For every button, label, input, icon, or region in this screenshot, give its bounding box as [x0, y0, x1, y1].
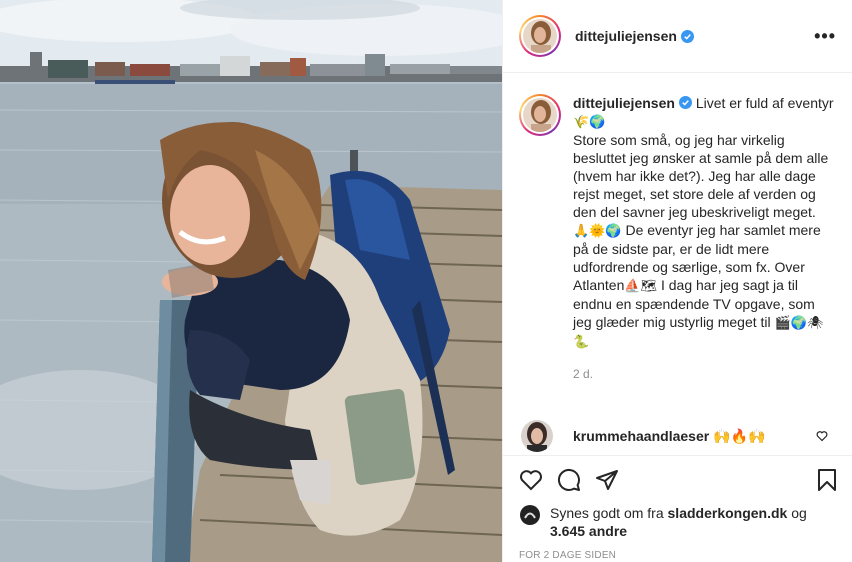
post-date[interactable]: FOR 2 DAGE SIDEN: [519, 550, 852, 561]
caption-text: Store som små, og jeg har virkelig beslu…: [573, 132, 829, 220]
post-actions: Synes godt om fra sladderkongen.dk og 3.…: [503, 455, 852, 562]
commenter-avatar[interactable]: [521, 420, 553, 452]
post-details-panel: dittejuliejensen ••• dittejuliejensen Li…: [502, 0, 852, 562]
avatar-image: [521, 420, 553, 452]
likes-count[interactable]: 3.645 andre: [550, 523, 627, 539]
post-time[interactable]: 2 d.: [573, 365, 835, 383]
caption-text: Livet er fuld af eventyr: [695, 95, 834, 111]
post-header: dittejuliejensen •••: [503, 0, 852, 73]
avatar-image: [519, 504, 541, 526]
likes-joiner: og: [791, 505, 807, 521]
comment-icon[interactable]: [557, 468, 581, 492]
verified-badge-icon: [678, 96, 692, 109]
comment-text: 🙌🔥🙌: [713, 427, 766, 444]
caption-emoji: ⛵🗺: [624, 278, 658, 293]
caption-username[interactable]: dittejuliejensen: [573, 95, 675, 111]
share-icon[interactable]: [595, 468, 619, 492]
post-photo[interactable]: [0, 0, 502, 562]
liker-username[interactable]: sladderkongen.dk: [668, 505, 788, 521]
username-link[interactable]: dittejuliejensen: [575, 28, 677, 44]
liker-avatar[interactable]: [519, 504, 541, 526]
caption: dittejuliejensen Livet er fuld af eventy…: [519, 94, 838, 383]
avatar-image: [523, 98, 557, 132]
caption-emoji: 🌾🌍: [573, 114, 606, 129]
caption-avatar[interactable]: [519, 94, 561, 136]
more-options-icon[interactable]: •••: [814, 26, 836, 47]
photo-scene: [0, 0, 502, 562]
caption-emoji: 🙏🌞🌍: [573, 223, 622, 238]
likes-summary: Synes godt om fra sladderkongen.dk og 3.…: [519, 504, 837, 540]
heart-icon[interactable]: [519, 468, 543, 492]
comment-like-icon[interactable]: [816, 430, 828, 442]
bookmark-icon[interactable]: [815, 468, 839, 492]
verified-badge-icon: [680, 29, 694, 43]
avatar-image: [523, 19, 557, 53]
profile-avatar[interactable]: [519, 15, 561, 57]
comment-row: krummehaandlaeser 🙌🔥🙌: [521, 420, 828, 452]
commenter-username[interactable]: krummehaandlaeser: [573, 428, 709, 444]
likes-prefix: Synes godt om fra: [550, 505, 664, 521]
